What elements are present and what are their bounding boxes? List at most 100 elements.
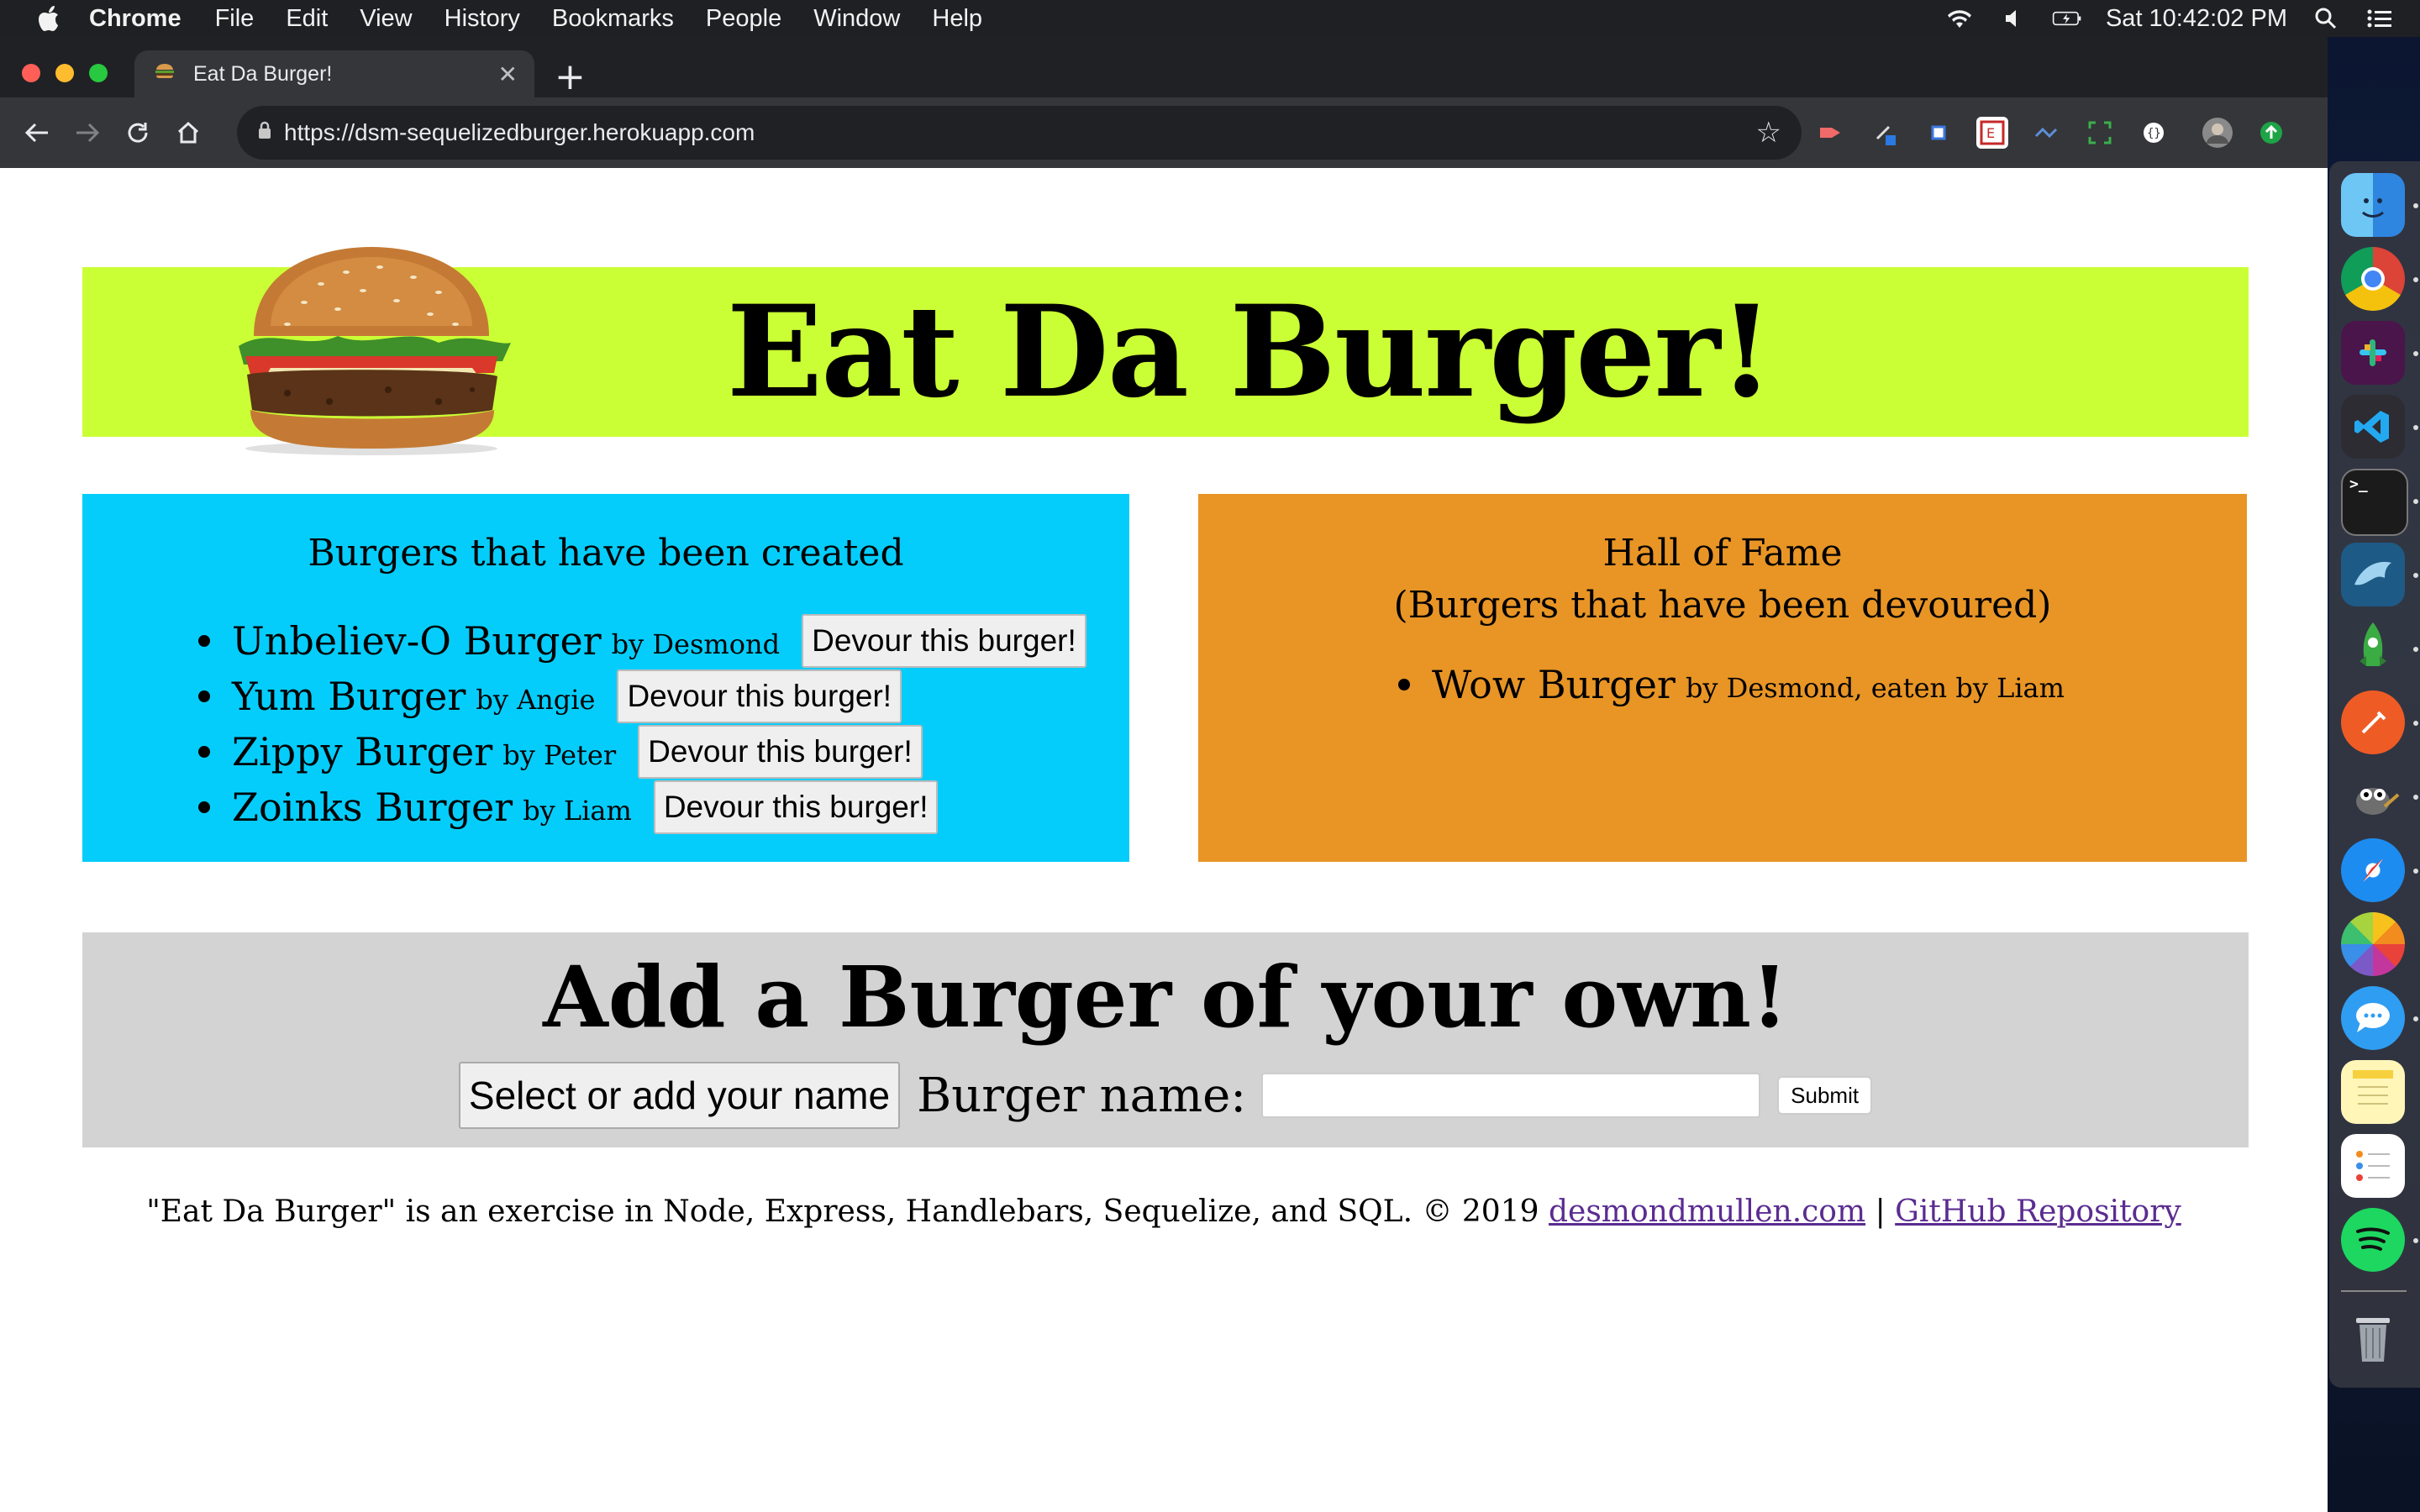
burger-name: Zippy Burger: [232, 729, 493, 774]
menu-bookmarks[interactable]: Bookmarks: [552, 5, 674, 33]
submit-button[interactable]: Submit: [1777, 1076, 1873, 1115]
burger-creator: by Liam: [523, 795, 632, 827]
footer-text: "Eat Da Burger" is an exercise in Node, …: [146, 1194, 1539, 1229]
extension-square-icon[interactable]: [1923, 117, 1954, 149]
trash-icon[interactable]: [2341, 1305, 2405, 1369]
new-tab-button[interactable]: +: [555, 55, 586, 98]
slack-icon[interactable]: [2341, 321, 2405, 385]
extension-screenshot-icon[interactable]: [2084, 117, 2116, 149]
add-burger-form: Select or add your name Burger name: Sub…: [82, 1062, 2249, 1129]
menu-view[interactable]: View: [360, 5, 412, 33]
finder-icon[interactable]: [2341, 173, 2405, 237]
burger-name: Unbeliev-O Burger: [232, 618, 602, 664]
devoured-subheading: (Burgers that have been devoured): [1393, 584, 2052, 627]
chrome-icon[interactable]: [2341, 247, 2405, 311]
running-indicator: [2413, 425, 2418, 430]
running-indicator: [2413, 721, 2418, 726]
update-available-icon[interactable]: [2255, 117, 2287, 149]
running-indicator: [2413, 647, 2418, 652]
menu-edit[interactable]: Edit: [286, 5, 328, 33]
add-burger-panel: Add a Burger of your own! Select or add …: [82, 932, 2249, 1147]
postman-icon[interactable]: [2341, 690, 2405, 754]
chrome-window: Eat Da Burger! ✕ + https://dsm-sequelize…: [0, 37, 2328, 1512]
devour-button[interactable]: Devour this burger!: [638, 725, 923, 779]
running-indicator: [2413, 1016, 2418, 1021]
menu-file[interactable]: File: [215, 5, 255, 33]
battery-icon[interactable]: [2052, 7, 2082, 30]
created-heading: Burgers that have been created: [308, 532, 904, 575]
svg-text:E: E: [1986, 125, 1995, 141]
terminal-icon[interactable]: >_: [2341, 469, 2408, 536]
page-footer: "Eat Da Burger" is an exercise in Node, …: [0, 1194, 2328, 1229]
burger-name: Yum Burger: [232, 674, 466, 719]
web-page: Eat Da Burger! Burgers that have been cr…: [0, 168, 2328, 1512]
bookmark-star-icon[interactable]: ☆: [1756, 116, 1781, 150]
photos-icon[interactable]: [2341, 912, 2405, 976]
vscode-icon[interactable]: [2341, 395, 2405, 459]
bullet: [1398, 679, 1410, 690]
extension-link-icon[interactable]: [2030, 117, 2062, 149]
address-bar[interactable]: https://dsm-sequelizedburger.herokuapp.c…: [237, 106, 1802, 160]
notification-center-icon[interactable]: [2365, 7, 2395, 30]
reminders-icon[interactable]: [2341, 1134, 2405, 1198]
burger-creator: by Peter: [502, 739, 617, 771]
apple-menu-icon[interactable]: [32, 0, 69, 37]
menu-app-name[interactable]: Chrome: [89, 5, 182, 33]
extension-eyedropper-icon[interactable]: [1869, 117, 1901, 149]
safari-icon[interactable]: [2341, 838, 2405, 902]
dock-separator: [2341, 1290, 2407, 1292]
footer-github-link[interactable]: GitHub Repository: [1895, 1194, 2181, 1229]
spotlight-search-icon[interactable]: [2311, 7, 2341, 30]
menu-history[interactable]: History: [445, 5, 520, 33]
add-burger-heading: Add a Burger of your own!: [543, 948, 1788, 1047]
menu-clock[interactable]: Sat 10:42:02 PM: [2106, 5, 2287, 33]
robo3t-icon[interactable]: [2341, 617, 2405, 680]
spotify-icon[interactable]: [2341, 1208, 2405, 1272]
extensions-area: E {}: [1815, 109, 2287, 156]
burger-image: [220, 242, 523, 460]
browser-tab[interactable]: Eat Da Burger! ✕: [134, 50, 534, 97]
mysql-workbench-icon[interactable]: [2341, 543, 2405, 606]
bullet: [198, 746, 210, 758]
devour-button[interactable]: Devour this burger!: [802, 614, 1086, 668]
extension-json-icon[interactable]: {}: [2138, 117, 2170, 149]
menu-help[interactable]: Help: [932, 5, 982, 33]
volume-icon[interactable]: [1998, 7, 2028, 30]
reload-button[interactable]: [113, 108, 163, 158]
home-button[interactable]: [163, 108, 213, 158]
running-indicator: [2413, 573, 2418, 578]
wifi-icon[interactable]: [1944, 7, 1975, 30]
menu-window[interactable]: Window: [813, 5, 900, 33]
macos-dock: >_: [2329, 161, 2420, 1388]
burger-name-input[interactable]: [1261, 1073, 1761, 1118]
running-indicator: [2413, 351, 2418, 356]
running-indicator: [2413, 203, 2418, 208]
list-item: Zoinks Burger by Liam Devour this burger…: [198, 780, 939, 835]
close-tab-icon[interactable]: ✕: [498, 60, 518, 88]
close-window-button[interactable]: [22, 64, 40, 82]
extension-red-icon[interactable]: E: [1976, 117, 2008, 149]
bullet: [198, 635, 210, 647]
list-item: Zippy Burger by Peter Devour this burger…: [198, 724, 923, 780]
extension-screencast-icon[interactable]: [1815, 117, 1847, 149]
name-select-button[interactable]: Select or add your name: [458, 1062, 901, 1129]
zoom-window-button[interactable]: [89, 64, 108, 82]
running-indicator: [2413, 277, 2418, 282]
footer-website-link[interactable]: desmondmullen.com: [1549, 1194, 1865, 1229]
forward-button[interactable]: [62, 108, 113, 158]
running-indicator: [2413, 795, 2418, 800]
gimp-icon[interactable]: [2341, 764, 2405, 828]
devour-button[interactable]: Devour this burger!: [617, 669, 902, 723]
minimize-window-button[interactable]: [55, 64, 74, 82]
notes-icon[interactable]: [2341, 1060, 2405, 1124]
back-button[interactable]: [12, 108, 62, 158]
lock-icon[interactable]: [257, 121, 272, 144]
running-indicator: [2413, 499, 2418, 504]
profile-avatar[interactable]: [2202, 117, 2233, 149]
devoured-burgers-panel: Hall of Fame (Burgers that have been dev…: [1198, 494, 2247, 862]
burger-creator: by Angie: [476, 684, 596, 716]
created-burgers-panel: Burgers that have been created Unbeliev-…: [82, 494, 1129, 862]
devour-button[interactable]: Devour this burger!: [653, 780, 939, 834]
messages-icon[interactable]: [2341, 986, 2405, 1050]
menu-people[interactable]: People: [706, 5, 781, 33]
